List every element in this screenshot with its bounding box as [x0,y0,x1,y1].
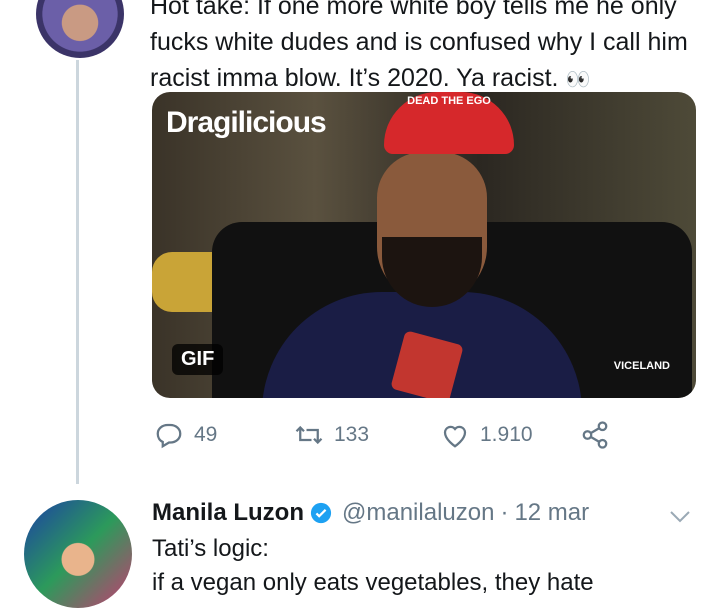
tweet-line-1: Hot take: If one more white boy tells me… [150,0,677,20]
reply-text: Tati’s logic: if a vegan only eats veget… [152,532,712,600]
like-count: 1.910 [480,423,533,446]
gif-media[interactable]: DEAD THE EGO Dragilicious GIF VICELAND [152,92,696,398]
reply-author-avatar[interactable] [24,500,132,608]
separator-dot: · [500,499,509,526]
gif-badge: GIF [172,344,224,375]
reply-author-name[interactable]: Manila Luzon [152,499,304,527]
reply-line-2: if a vegan only eats vegetables, they ha… [152,569,594,596]
tweet-text: Hot take: If one more white boy tells me… [150,0,710,98]
eyes-emoji: 👀 [565,69,590,91]
tweet-actions: 49 133 1.910 [152,420,672,460]
verified-badge-icon [310,502,332,524]
tweet-line-2: fucks white dudes and is confused why I … [150,28,688,56]
chevron-down-icon[interactable] [668,506,692,526]
retweet-count: 133 [334,423,370,446]
brand-logo: Dragilicious [166,106,327,139]
channel-watermark: VICELAND [613,360,670,372]
reply-line-1: Tati’s logic: [152,535,269,562]
retweet-icon [295,425,323,445]
retweet-button[interactable]: 133 [294,420,369,450]
reply-author-handle[interactable]: @manilaluzon [342,499,494,527]
reply-button[interactable]: 49 [154,420,217,450]
reply-count: 49 [194,423,218,446]
reply-icon [156,423,182,449]
like-button[interactable]: 1.910 [440,420,533,450]
red-cap: DEAD THE EGO [384,92,514,154]
like-icon [443,425,467,448]
author-avatar[interactable] [36,0,124,58]
share-button[interactable] [580,420,610,450]
reply-date[interactable]: 12 mar [514,499,589,527]
thread-connector-line [76,60,79,484]
share-icon [582,421,608,449]
reply-header: Manila Luzon @manilaluzon · 12 mar [152,496,712,530]
